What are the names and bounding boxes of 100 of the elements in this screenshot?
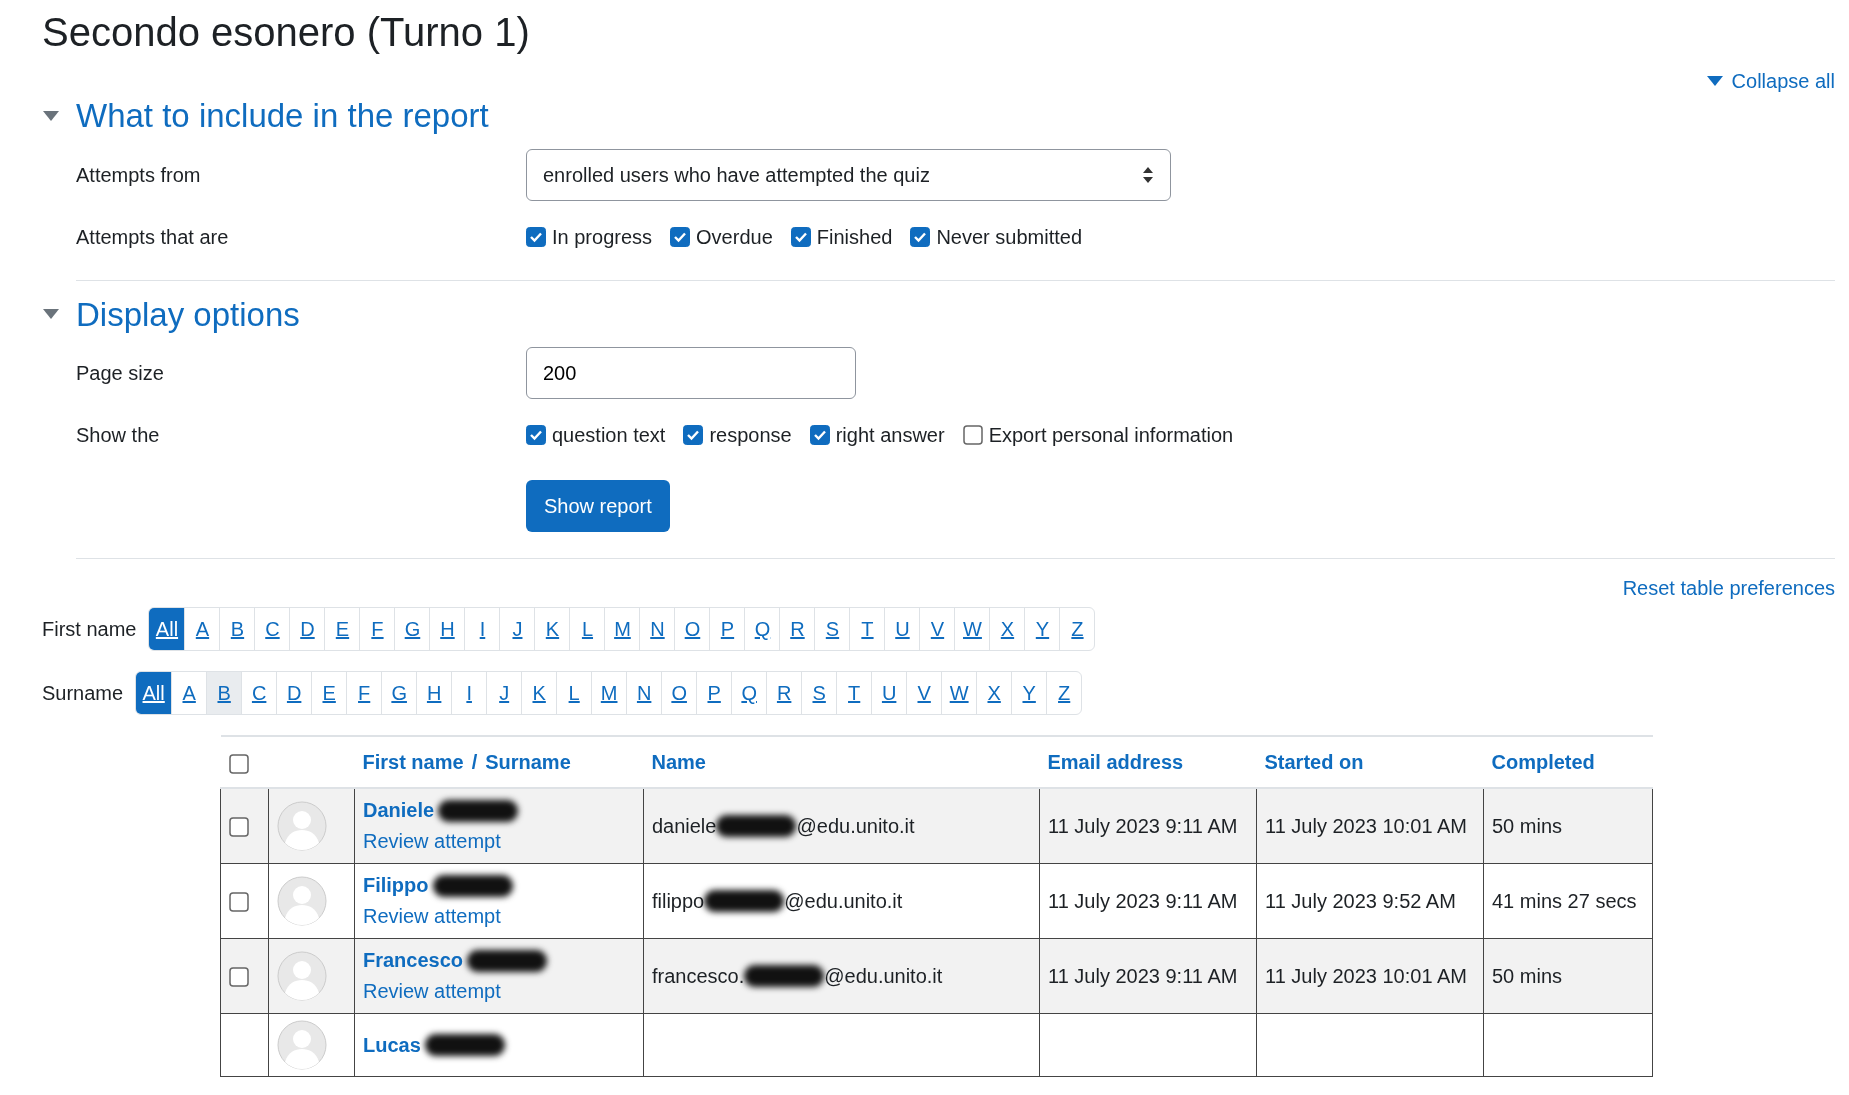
checkbox[interactable]	[228, 753, 249, 774]
initial-filter-link[interactable]: N	[639, 608, 675, 651]
initial-filter-link[interactable]: R	[766, 672, 802, 715]
student-name-link[interactable]: Lucas	[362, 1029, 421, 1061]
initial-filter-link[interactable]: L	[556, 672, 592, 715]
initial-filter-link[interactable]: Z	[1059, 608, 1095, 651]
option-label: Export personal information	[988, 423, 1234, 449]
page-title: Secondo esonero (Turno 1)	[42, 9, 531, 56]
column-header-link[interactable]: Surname	[485, 751, 571, 774]
initial-filter-link[interactable]: Q	[744, 608, 780, 651]
initial-filter-link[interactable]: W	[941, 672, 977, 715]
initial-filter-link[interactable]: S	[801, 672, 837, 715]
initial-filter-link[interactable]: Y	[1011, 672, 1047, 715]
initial-filter-link[interactable]: P	[696, 672, 732, 715]
checkbox[interactable]	[526, 425, 546, 446]
initial-filter-link[interactable]: V	[906, 672, 942, 715]
initial-filter-link[interactable]: U	[884, 608, 920, 651]
section-heading[interactable]: Display options	[76, 294, 300, 335]
initial-filter-link[interactable]: F	[346, 672, 382, 715]
initial-filter-link[interactable]: Q	[731, 672, 767, 715]
select-field[interactable]: enrolled users who have attempted the quiz	[526, 148, 1171, 201]
initial-filter-link[interactable]: B	[219, 608, 255, 651]
initial-filter-link[interactable]: U	[871, 672, 907, 715]
initial-filter-link[interactable]: K	[534, 608, 570, 651]
show-report-button[interactable]: Show report	[526, 480, 670, 533]
initial-filter-link[interactable]: T	[836, 672, 872, 715]
reset-preferences-link[interactable]: Reset table preferences	[1622, 573, 1835, 604]
student-name-link[interactable]: Francesco	[362, 945, 464, 977]
initial-filter-link[interactable]: E	[311, 672, 347, 715]
checkbox[interactable]	[910, 226, 931, 247]
checkbox[interactable]	[229, 892, 249, 913]
initial-filter-link[interactable]: X	[989, 608, 1025, 651]
table-cell-text: 11 July 2023 10:01 AM	[1265, 964, 1467, 987]
initial-filter-link[interactable]: C	[254, 608, 290, 651]
checkbox[interactable]	[229, 817, 249, 838]
checkbox[interactable]	[809, 425, 830, 446]
initial-filter-link[interactable]: All	[149, 608, 185, 651]
input-field[interactable]: 200	[526, 347, 856, 400]
review-attempt-link[interactable]: Review attempt	[362, 901, 635, 933]
initial-filter-link[interactable]: G	[394, 608, 430, 651]
initial-filter-link[interactable]: M	[604, 608, 640, 651]
initial-filter-link[interactable]: Y	[1024, 608, 1060, 651]
initial-filter-link[interactable]: R	[779, 608, 815, 651]
column-header-link[interactable]: Completed	[1491, 751, 1595, 774]
review-attempt-link[interactable]: Review attempt	[362, 826, 635, 858]
initial-filter-link[interactable]: H	[416, 672, 452, 715]
initial-filter-link[interactable]: All	[136, 672, 172, 715]
checkbox[interactable]	[670, 226, 691, 247]
initial-filter-link[interactable]: S	[814, 608, 850, 651]
initial-filter-link[interactable]: L	[569, 608, 605, 651]
initial-filter-link[interactable]: W	[954, 608, 990, 651]
field-label: Page size	[76, 361, 165, 387]
student-name-link[interactable]: Filippo	[362, 870, 429, 902]
initial-filter-link[interactable]: K	[521, 672, 557, 715]
option-label: response	[709, 423, 792, 449]
initial-filter-link[interactable]: N	[626, 672, 662, 715]
initial-filter-link[interactable]: E	[324, 608, 360, 651]
column-header-link[interactable]: Name	[651, 751, 706, 774]
checkbox[interactable]	[229, 967, 249, 988]
option-label: Finished	[816, 224, 893, 250]
initial-filter-link[interactable]: B	[206, 672, 242, 715]
email-text: @edu.unito.it	[824, 963, 943, 989]
checkbox[interactable]	[683, 425, 704, 446]
initial-filter-link[interactable]: D	[276, 672, 312, 715]
student-name-link[interactable]: Daniele	[362, 795, 435, 827]
option-label: In progress	[552, 224, 653, 250]
initial-filter-link[interactable]: M	[591, 672, 627, 715]
column-header-link[interactable]: First name	[362, 751, 464, 774]
initial-filter-link[interactable]: O	[674, 608, 710, 651]
email-text: daniele	[651, 813, 717, 839]
initial-filter-link[interactable]: C	[241, 672, 277, 715]
initial-filter-link[interactable]: G	[381, 672, 417, 715]
section-heading[interactable]: What to include in the report	[76, 96, 489, 136]
review-attempt-link[interactable]: Review attempt	[362, 976, 635, 1008]
initial-filter-link[interactable]: O	[661, 672, 697, 715]
initial-filter-link[interactable]: A	[184, 608, 220, 651]
initial-filter-link[interactable]: Z	[1046, 672, 1082, 715]
initial-filter-link[interactable]: J	[499, 608, 535, 651]
column-header-link[interactable]: Started on	[1264, 751, 1364, 774]
column-header-link[interactable]: Email address	[1047, 751, 1184, 774]
email-text: francesco.	[651, 963, 745, 989]
initial-filter-link[interactable]: I	[451, 672, 487, 715]
collapse-all-link[interactable]: Collapse all	[1705, 66, 1835, 96]
avatar-icon	[276, 951, 327, 1002]
checkbox[interactable]	[526, 226, 546, 247]
checkbox[interactable]	[962, 425, 983, 446]
initial-filter-link[interactable]: T	[849, 608, 885, 651]
initial-filter-link[interactable]: J	[486, 672, 522, 715]
checkbox[interactable]	[790, 226, 811, 247]
option-label: Never submitted	[936, 224, 1082, 250]
initial-filter-link[interactable]: V	[919, 608, 955, 651]
initial-filter-link[interactable]: D	[289, 608, 325, 651]
initial-filter-link[interactable]: I	[464, 608, 500, 651]
initial-filter-link[interactable]: X	[976, 672, 1012, 715]
email-text: @edu.unito.it	[796, 813, 915, 839]
initial-filter-link[interactable]: P	[709, 608, 745, 651]
header-separator: /	[471, 751, 478, 774]
initial-filter-link[interactable]: H	[429, 608, 465, 651]
option-label: Overdue	[696, 224, 773, 250]
initial-filter-link[interactable]: F	[359, 608, 395, 651]
